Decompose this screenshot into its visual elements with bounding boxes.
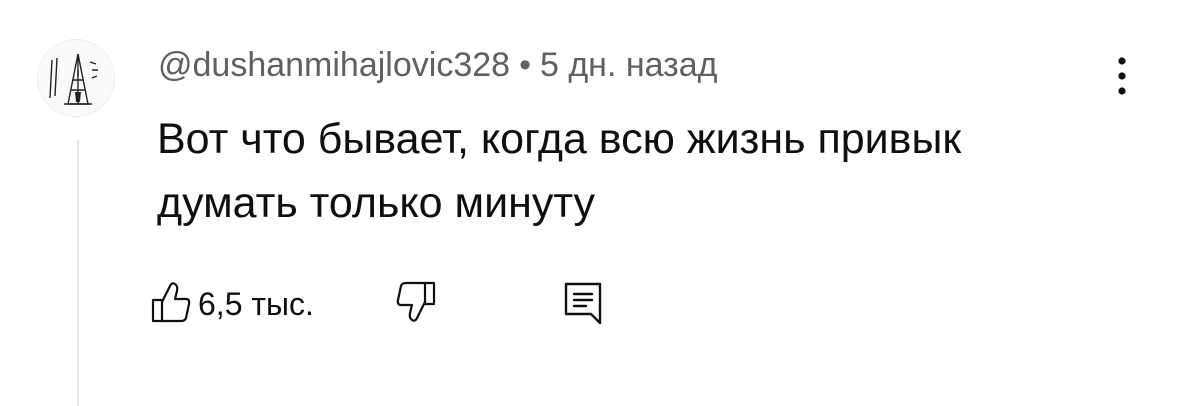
avatar-sketch-image — [38, 40, 114, 116]
meta-separator: • — [519, 46, 531, 84]
reply-comment-icon — [564, 282, 602, 325]
thread-line — [77, 140, 79, 406]
comment-item: @dushanmihajlovic328 • 5 дн. назад Вот что… — [0, 0, 1200, 406]
thumb-down-icon — [396, 281, 436, 322]
avatar[interactable] — [37, 39, 115, 117]
comment-text-line-2: думать только минуту — [157, 179, 596, 227]
more-vertical-icon — [1118, 57, 1126, 95]
comment-text-line-1: Вот что бывает, когда всю жизнь привык — [157, 115, 962, 163]
dislike-button[interactable] — [395, 280, 437, 324]
comment-time[interactable]: 5 дн. назад — [540, 46, 718, 84]
like-count: 6,5 тыс. — [198, 286, 314, 322]
comment-meta: @dushanmihajlovic328 • 5 дн. назад — [158, 43, 717, 87]
comment-text: Вот что бывает, когда всю жизнь привык д… — [157, 107, 1097, 235]
like-button[interactable] — [150, 280, 192, 324]
more-actions-button[interactable] — [1098, 50, 1146, 102]
thumb-up-icon — [151, 282, 191, 323]
reply-button[interactable] — [562, 280, 604, 326]
author-name[interactable]: @dushanmihajlovic328 — [158, 46, 510, 84]
